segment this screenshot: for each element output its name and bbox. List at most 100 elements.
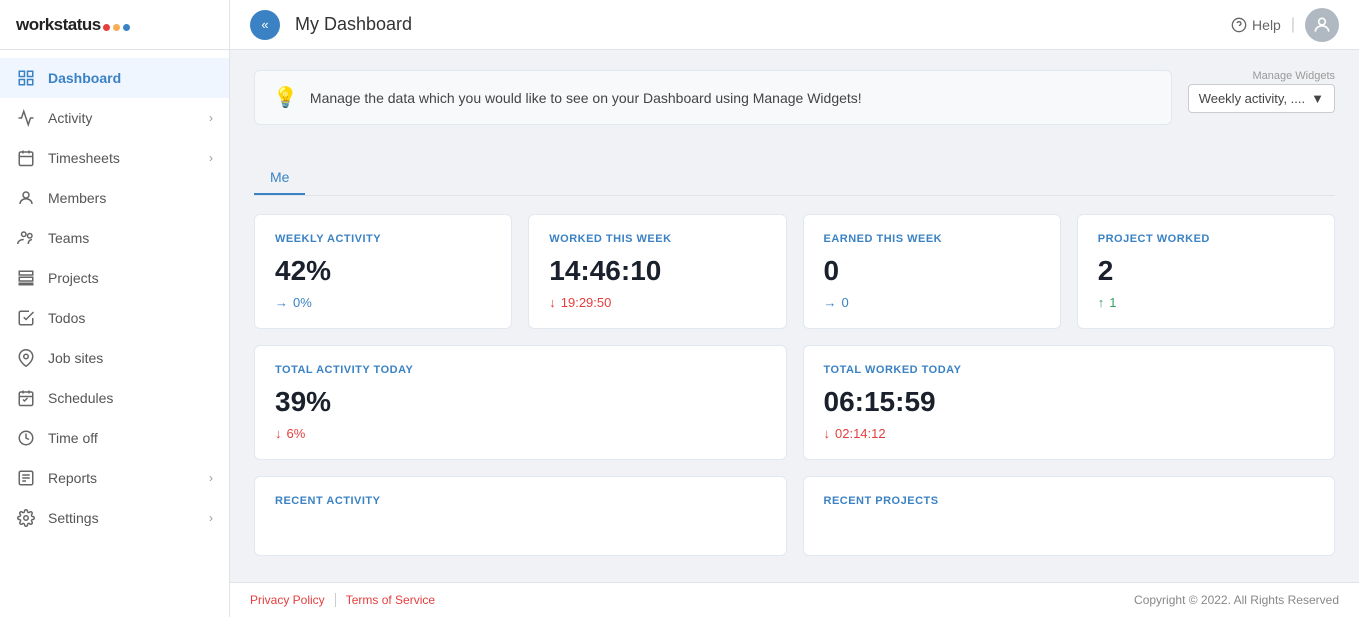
dot-red [103, 24, 110, 31]
widget-selector-dropdown[interactable]: Weekly activity, .... ▼ [1188, 84, 1335, 113]
divider: | [1291, 16, 1295, 34]
widget-title-earned-this-week: EARNED THIS WEEK [824, 233, 1040, 245]
teams-icon [16, 228, 36, 248]
copyright-text: Copyright © 2022. All Rights Reserved [1134, 593, 1339, 607]
sidebar-item-teams[interactable]: Teams [0, 218, 229, 258]
widget-earned-this-week: EARNED THIS WEEK 0 → 0 [803, 214, 1061, 329]
tabs: Me [254, 161, 1335, 196]
sidebar-item-todos[interactable]: Todos [0, 298, 229, 338]
widget-selector-wrap: Manage Widgets Weekly activity, .... ▼ [1188, 70, 1335, 113]
top-bar-left: « My Dashboard [250, 10, 412, 40]
widget-weekly-activity: WEEKLY ACTIVITY 42% → 0% [254, 214, 512, 329]
widget-title-total-activity: TOTAL ACTIVITY TODAY [275, 364, 766, 376]
change-value-total-activity: 6% [287, 426, 306, 441]
change-value-earned-this-week: 0 [842, 295, 849, 310]
sidebar: workstatus Dashboard Activity [0, 0, 230, 617]
top-bar-right: Help | [1231, 8, 1339, 42]
widget-title-weekly-activity: WEEKLY ACTIVITY [275, 233, 491, 245]
members-icon [16, 188, 36, 208]
arrow-up-icon: ↑ [1098, 295, 1105, 310]
arrow-down-icon-2: ↓ [275, 426, 282, 441]
dot-blue [123, 24, 130, 31]
sidebar-item-projects[interactable]: Projects [0, 258, 229, 298]
arrow-right-icon-2: → [824, 295, 837, 310]
tab-me[interactable]: Me [254, 161, 305, 195]
widget-recent-projects: RECENT PROJECTS [803, 476, 1336, 556]
help-button[interactable]: Help [1231, 17, 1281, 33]
reports-icon [16, 468, 36, 488]
arrow-down-icon-3: ↓ [824, 426, 831, 441]
avatar[interactable] [1305, 8, 1339, 42]
recent-row: RECENT ACTIVITY RECENT PROJECTS [254, 476, 1335, 556]
widget-value-project-worked: 2 [1098, 255, 1314, 287]
todos-icon [16, 308, 36, 328]
widget-title-recent-activity: RECENT ACTIVITY [275, 495, 766, 507]
sidebar-item-dashboard[interactable]: Dashboard [0, 58, 229, 98]
sidebar-label-todos: Todos [48, 310, 213, 326]
widget-change-project-worked: ↑ 1 [1098, 295, 1314, 310]
settings-arrow-icon: › [209, 511, 213, 525]
widget-title-total-worked: TOTAL WORKED TODAY [824, 364, 1315, 376]
logo: workstatus [0, 0, 229, 50]
top-bar: « My Dashboard Help | [230, 0, 1359, 50]
sidebar-item-jobsites[interactable]: Job sites [0, 338, 229, 378]
grid-icon [16, 68, 36, 88]
widget-total-activity-today: TOTAL ACTIVITY TODAY 39% ↓ 6% [254, 345, 787, 460]
sidebar-label-reports: Reports [48, 470, 197, 486]
widget-selector-label: Manage Widgets [1252, 70, 1335, 82]
widget-change-total-activity: ↓ 6% [275, 426, 766, 441]
collapse-button[interactable]: « [250, 10, 280, 40]
sidebar-label-timeoff: Time off [48, 430, 213, 446]
chevron-down-icon: ▼ [1311, 91, 1324, 106]
sidebar-item-activity[interactable]: Activity › [0, 98, 229, 138]
change-value-total-worked: 02:14:12 [835, 426, 886, 441]
widget-value-weekly-activity: 42% [275, 255, 491, 287]
jobsites-icon [16, 348, 36, 368]
activity-arrow-icon: › [209, 111, 213, 125]
sidebar-item-timeoff[interactable]: Time off [0, 418, 229, 458]
timesheets-arrow-icon: › [209, 151, 213, 165]
content: 💡 Manage the data which you would like t… [230, 50, 1359, 582]
widget-change-weekly-activity: → 0% [275, 295, 491, 310]
timesheets-icon [16, 148, 36, 168]
user-icon [1312, 15, 1332, 35]
widgets-row-1: WEEKLY ACTIVITY 42% → 0% WORKED THIS WEE… [254, 214, 1335, 329]
sidebar-item-settings[interactable]: Settings › [0, 498, 229, 538]
widget-project-worked: PROJECT WORKED 2 ↑ 1 [1077, 214, 1335, 329]
sidebar-item-timesheets[interactable]: Timesheets › [0, 138, 229, 178]
widget-value-worked-this-week: 14:46:10 [549, 255, 765, 287]
banner-text: Manage the data which you would like to … [310, 90, 1153, 106]
change-value-weekly-activity: 0% [293, 295, 312, 310]
terms-of-service-link[interactable]: Terms of Service [336, 593, 445, 607]
privacy-policy-link[interactable]: Privacy Policy [250, 593, 336, 607]
widget-change-worked-this-week: ↓ 19:29:50 [549, 295, 765, 310]
logo-dots [103, 24, 130, 31]
sidebar-label-members: Members [48, 190, 213, 206]
widget-value-earned-this-week: 0 [824, 255, 1040, 287]
settings-icon [16, 508, 36, 528]
widget-selector-value: Weekly activity, .... [1199, 91, 1305, 106]
activity-icon [16, 108, 36, 128]
sidebar-label-jobsites: Job sites [48, 350, 213, 366]
schedules-icon [16, 388, 36, 408]
widget-value-total-worked: 06:15:59 [824, 386, 1315, 418]
dot-yellow [113, 24, 120, 31]
sidebar-label-schedules: Schedules [48, 390, 213, 406]
sidebar-item-reports[interactable]: Reports › [0, 458, 229, 498]
main-area: « My Dashboard Help | 💡 Manage the [230, 0, 1359, 617]
sidebar-nav: Dashboard Activity › Timesheets › [0, 50, 229, 617]
widget-title-worked-this-week: WORKED THIS WEEK [549, 233, 765, 245]
widget-value-total-activity: 39% [275, 386, 766, 418]
widget-title-recent-projects: RECENT PROJECTS [824, 495, 1315, 507]
help-label: Help [1252, 17, 1281, 33]
widget-change-total-worked: ↓ 02:14:12 [824, 426, 1315, 441]
sidebar-label-teams: Teams [48, 230, 213, 246]
page-title: My Dashboard [295, 14, 412, 35]
timeoff-icon [16, 428, 36, 448]
sidebar-item-schedules[interactable]: Schedules [0, 378, 229, 418]
sidebar-item-members[interactable]: Members [0, 178, 229, 218]
sidebar-label-settings: Settings [48, 510, 197, 526]
widgets-row-2: TOTAL ACTIVITY TODAY 39% ↓ 6% TOTAL WORK… [254, 345, 1335, 460]
help-circle-icon [1231, 17, 1247, 33]
sidebar-label-timesheets: Timesheets [48, 150, 197, 166]
